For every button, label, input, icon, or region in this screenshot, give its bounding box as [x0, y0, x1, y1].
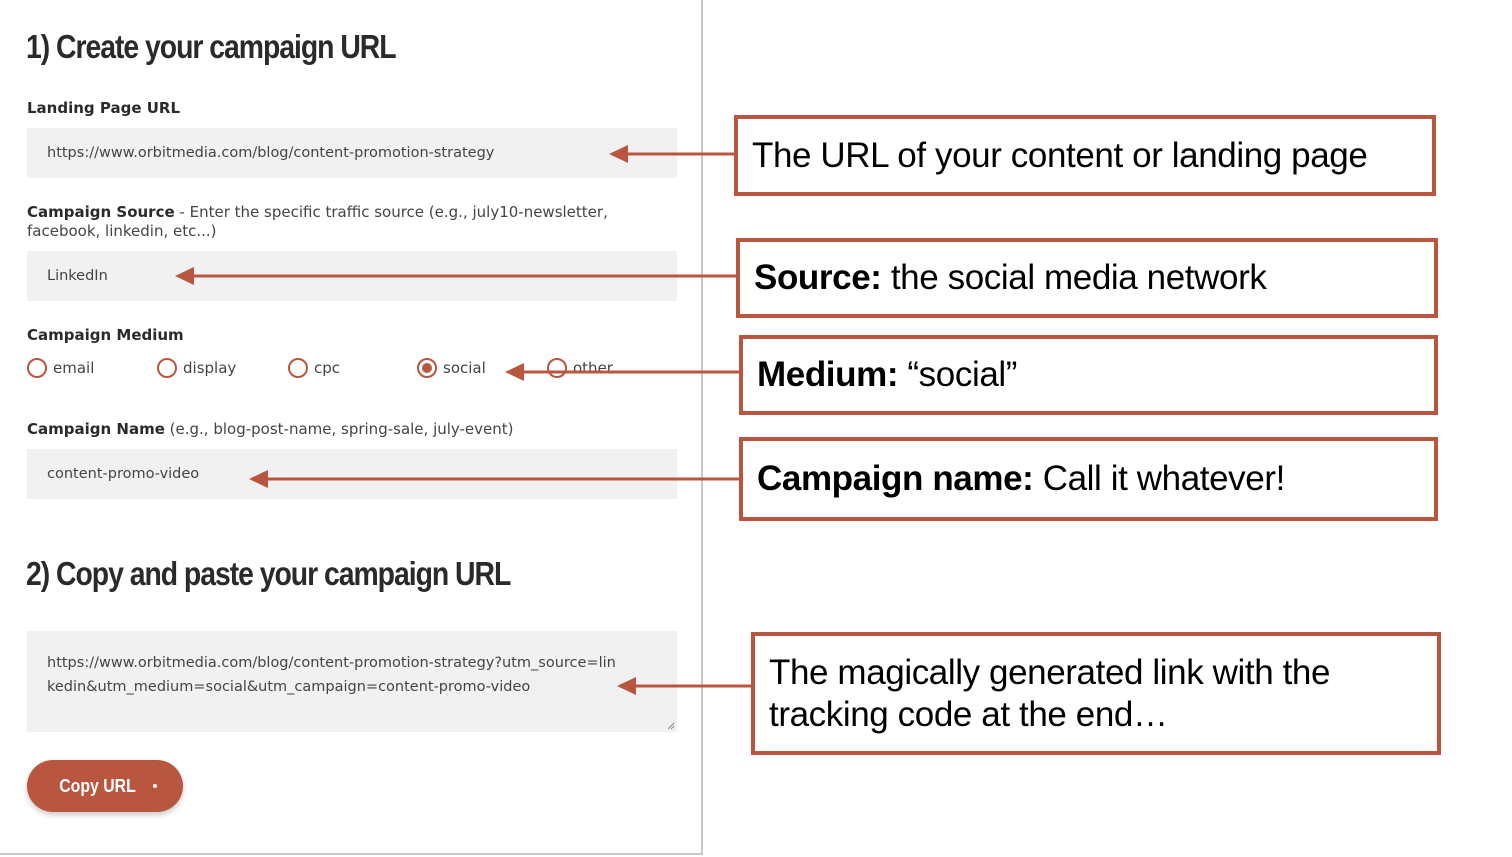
- copy-url-button-label: Copy URL: [58, 775, 136, 796]
- campaign-source-label-text: Campaign Source: [27, 203, 175, 221]
- radio-label-email: email: [53, 359, 95, 377]
- resize-handle-icon[interactable]: [667, 722, 675, 730]
- callout-link-text: The magically generated link with the tr…: [769, 652, 1331, 734]
- callout-medium-text: “social”: [898, 355, 1018, 394]
- campaign-medium-label-text: Campaign Medium: [27, 326, 184, 344]
- landing-page-url-input[interactable]: https://www.orbitmedia.com/blog/content-…: [27, 128, 677, 178]
- radio-other[interactable]: other: [547, 358, 613, 378]
- radio-label-social: social: [443, 359, 486, 377]
- radio-label-other: other: [573, 359, 613, 377]
- campaign-name-input[interactable]: content-promo-video: [27, 449, 677, 499]
- dot-icon: [152, 784, 157, 788]
- campaign-source-label: Campaign Source - Enter the specific tra…: [27, 203, 647, 241]
- radio-cpc[interactable]: cpc: [288, 358, 340, 378]
- campaign-name-label-text: Campaign Name: [27, 420, 165, 438]
- callout-url-text: The URL of your content or landing page: [752, 135, 1368, 175]
- landing-page-label-text: Landing Page URL: [27, 99, 181, 117]
- campaign-name-label: Campaign Name (e.g., blog-post-name, spr…: [27, 420, 647, 439]
- section1-title: 1) Create your campaign URL: [26, 28, 397, 65]
- callout-name-bold: Campaign name:: [757, 459, 1034, 498]
- callout-source-text: the social media network: [881, 258, 1267, 297]
- callout-landing-url: The URL of your content or landing page: [734, 115, 1436, 196]
- callout-source: Source: the social media network: [736, 238, 1438, 318]
- radio-label-display: display: [183, 359, 237, 377]
- radio-circle-display[interactable]: [157, 358, 177, 378]
- copy-url-button[interactable]: Copy URL: [27, 760, 183, 812]
- generated-url-text: https://www.orbitmedia.com/blog/content-…: [47, 655, 616, 695]
- radio-circle-other[interactable]: [547, 358, 567, 378]
- radio-circle-cpc[interactable]: [288, 358, 308, 378]
- callout-source-bold: Source:: [754, 258, 882, 297]
- landing-page-label: Landing Page URL: [27, 99, 647, 118]
- callout-name-text: Call it whatever!: [1033, 459, 1286, 498]
- radio-email[interactable]: email: [27, 358, 94, 378]
- callout-campaign-name: Campaign name: Call it whatever!: [739, 437, 1438, 521]
- radio-label-cpc: cpc: [314, 359, 341, 377]
- utm-builder-panel: 1) Create your campaign URL Landing Page…: [0, 0, 703, 855]
- callout-generated-link: The magically generated link with the tr…: [751, 632, 1441, 755]
- section2-title: 2) Copy and paste your campaign URL: [26, 555, 511, 592]
- callout-medium-bold: Medium:: [757, 355, 899, 394]
- radio-display[interactable]: display: [157, 358, 236, 378]
- campaign-source-input[interactable]: LinkedIn: [27, 251, 677, 301]
- campaign-medium-label: Campaign Medium: [27, 326, 647, 345]
- callout-medium: Medium: “social”: [739, 335, 1438, 415]
- campaign-name-hint: (e.g., blog-post-name, spring-sale, july…: [164, 420, 514, 438]
- radio-social[interactable]: social: [417, 358, 486, 378]
- radio-circle-email[interactable]: [27, 358, 47, 378]
- radio-circle-social-selected[interactable]: [417, 358, 437, 378]
- generated-url-textarea[interactable]: https://www.orbitmedia.com/blog/content-…: [27, 631, 677, 732]
